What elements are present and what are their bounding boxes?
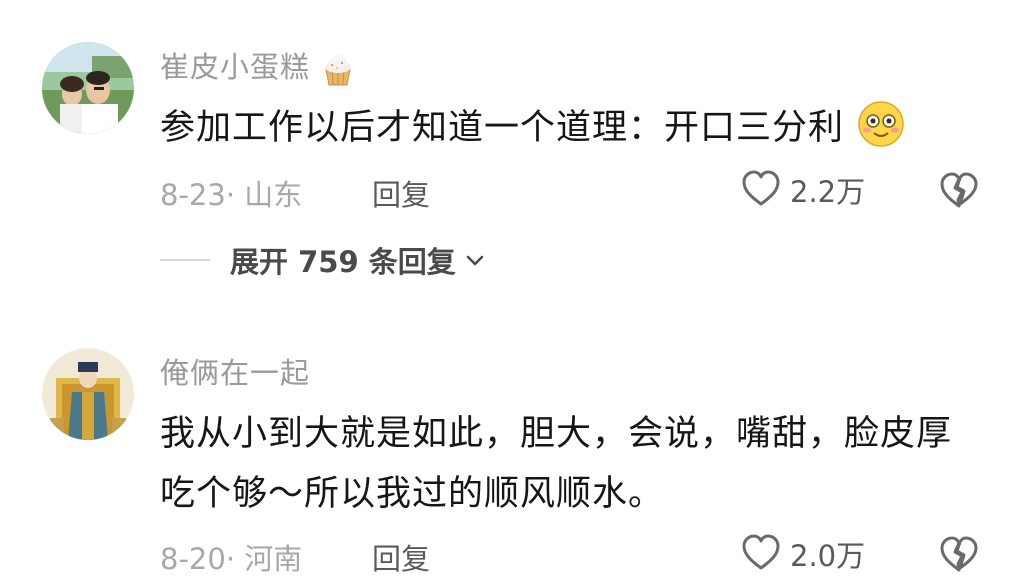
like-button[interactable]: 2.2万 <box>740 170 865 210</box>
heart-icon <box>740 532 782 576</box>
smiling-face-icon <box>856 99 906 160</box>
comment-text: 我从小到大就是如此，胆大，会说，嘴甜，脸皮厚吃个够～所以我过的顺风顺水。 <box>160 414 953 514</box>
reply-button[interactable]: 回复 <box>372 536 430 578</box>
expand-replies-label: 展开 759 条回复 <box>230 245 456 279</box>
expand-replies-button[interactable]: 展开 759 条回复 <box>160 240 486 280</box>
broken-heart-icon[interactable] <box>938 170 980 210</box>
comment-date-location: 8-20· 河南 <box>160 542 303 576</box>
avatar[interactable] <box>42 42 134 134</box>
chevron-down-icon <box>464 249 486 271</box>
heart-icon <box>740 168 782 212</box>
comment-date-location: 8-23· 山东 <box>160 178 303 212</box>
avatar[interactable] <box>42 348 134 440</box>
divider <box>160 259 210 261</box>
comment-item: 俺俩在一起 我从小到大就是如此，胆大，会说，嘴甜，脸皮厚吃个够～所以我过的顺风顺… <box>0 330 1024 582</box>
cupcake-icon <box>320 51 356 88</box>
username[interactable]: 崔皮小蛋糕 <box>160 44 356 88</box>
reply-button[interactable]: 回复 <box>372 172 430 214</box>
like-button[interactable]: 2.0万 <box>740 534 865 574</box>
comment-item: 崔皮小蛋糕 参加工作以后才知道一个道理：开口三分利 8-23· 山东 回复 2.… <box>0 0 1024 300</box>
like-count: 2.2万 <box>790 175 866 209</box>
broken-heart-icon[interactable] <box>938 534 980 574</box>
comment-text: 参加工作以后才知道一个道理：开口三分利 <box>160 98 980 160</box>
username[interactable]: 俺俩在一起 <box>160 350 310 392</box>
like-count: 2.0万 <box>790 539 866 573</box>
